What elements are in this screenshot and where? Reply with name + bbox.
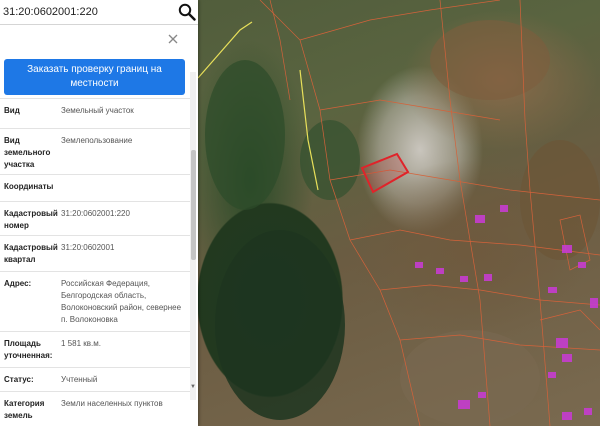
search-bar — [0, 0, 198, 25]
parcel-info-card: Заказать проверку границ на местности Ви… — [0, 26, 198, 426]
property-value: 31:20:0602001:220 — [61, 209, 130, 218]
property-row: Вид Земельный участок — [0, 98, 190, 128]
chevron-down-icon[interactable]: ▼ — [189, 384, 197, 392]
property-row: Статус: Учтенный — [0, 367, 190, 391]
property-value — [58, 175, 190, 201]
property-row: Площадь уточненная: 1 581 кв.м. — [0, 331, 190, 367]
property-label: Площадь уточненная: — [4, 339, 53, 360]
info-panel: Заказать проверку границ на местности Ви… — [0, 0, 198, 426]
property-value: 31:20:0602001 — [61, 243, 115, 252]
property-value: 1 581 кв.м. — [61, 339, 101, 348]
property-value: Учтенный — [61, 375, 98, 384]
search-input[interactable] — [3, 3, 173, 20]
order-boundary-check-button[interactable]: Заказать проверку границ на местности — [4, 59, 185, 95]
property-row: Кадастровый квартал 31:20:0602001 — [0, 235, 190, 271]
property-row: Кадастровый номер 31:20:0602001:220 — [0, 201, 190, 235]
property-value: Земли населенных пунктов — [61, 399, 163, 408]
property-label: Вид земельного участка — [4, 136, 51, 169]
search-icon[interactable] — [178, 3, 196, 21]
close-icon[interactable] — [166, 32, 180, 46]
property-label: Кадастровый квартал — [4, 243, 58, 264]
property-label: Категория земель — [4, 399, 45, 420]
scrollbar-thumb[interactable] — [191, 150, 196, 260]
property-label: Адрес: — [4, 279, 32, 288]
property-value: Земельный участок — [61, 106, 134, 115]
property-row: Категория земель Земли населенных пункто… — [0, 391, 190, 426]
selected-parcel — [360, 152, 410, 194]
property-row: Вид земельного участка Землепользование — [0, 128, 190, 174]
road-line — [197, 21, 319, 191]
property-value: Российская Федерация, Белгородская облас… — [61, 279, 182, 324]
parcel-boundaries — [259, 0, 600, 426]
property-list: Вид Земельный участок Вид земельного уча… — [0, 98, 190, 426]
property-label: Координаты — [4, 182, 54, 191]
property-value: Землепользование — [61, 136, 133, 145]
property-label: Кадастровый номер — [4, 209, 58, 230]
property-label: Статус: — [4, 375, 34, 384]
property-label: Вид — [4, 106, 20, 115]
property-row: Адрес: Российская Федерация, Белгородска… — [0, 271, 190, 331]
property-row: Координаты — [0, 174, 190, 201]
